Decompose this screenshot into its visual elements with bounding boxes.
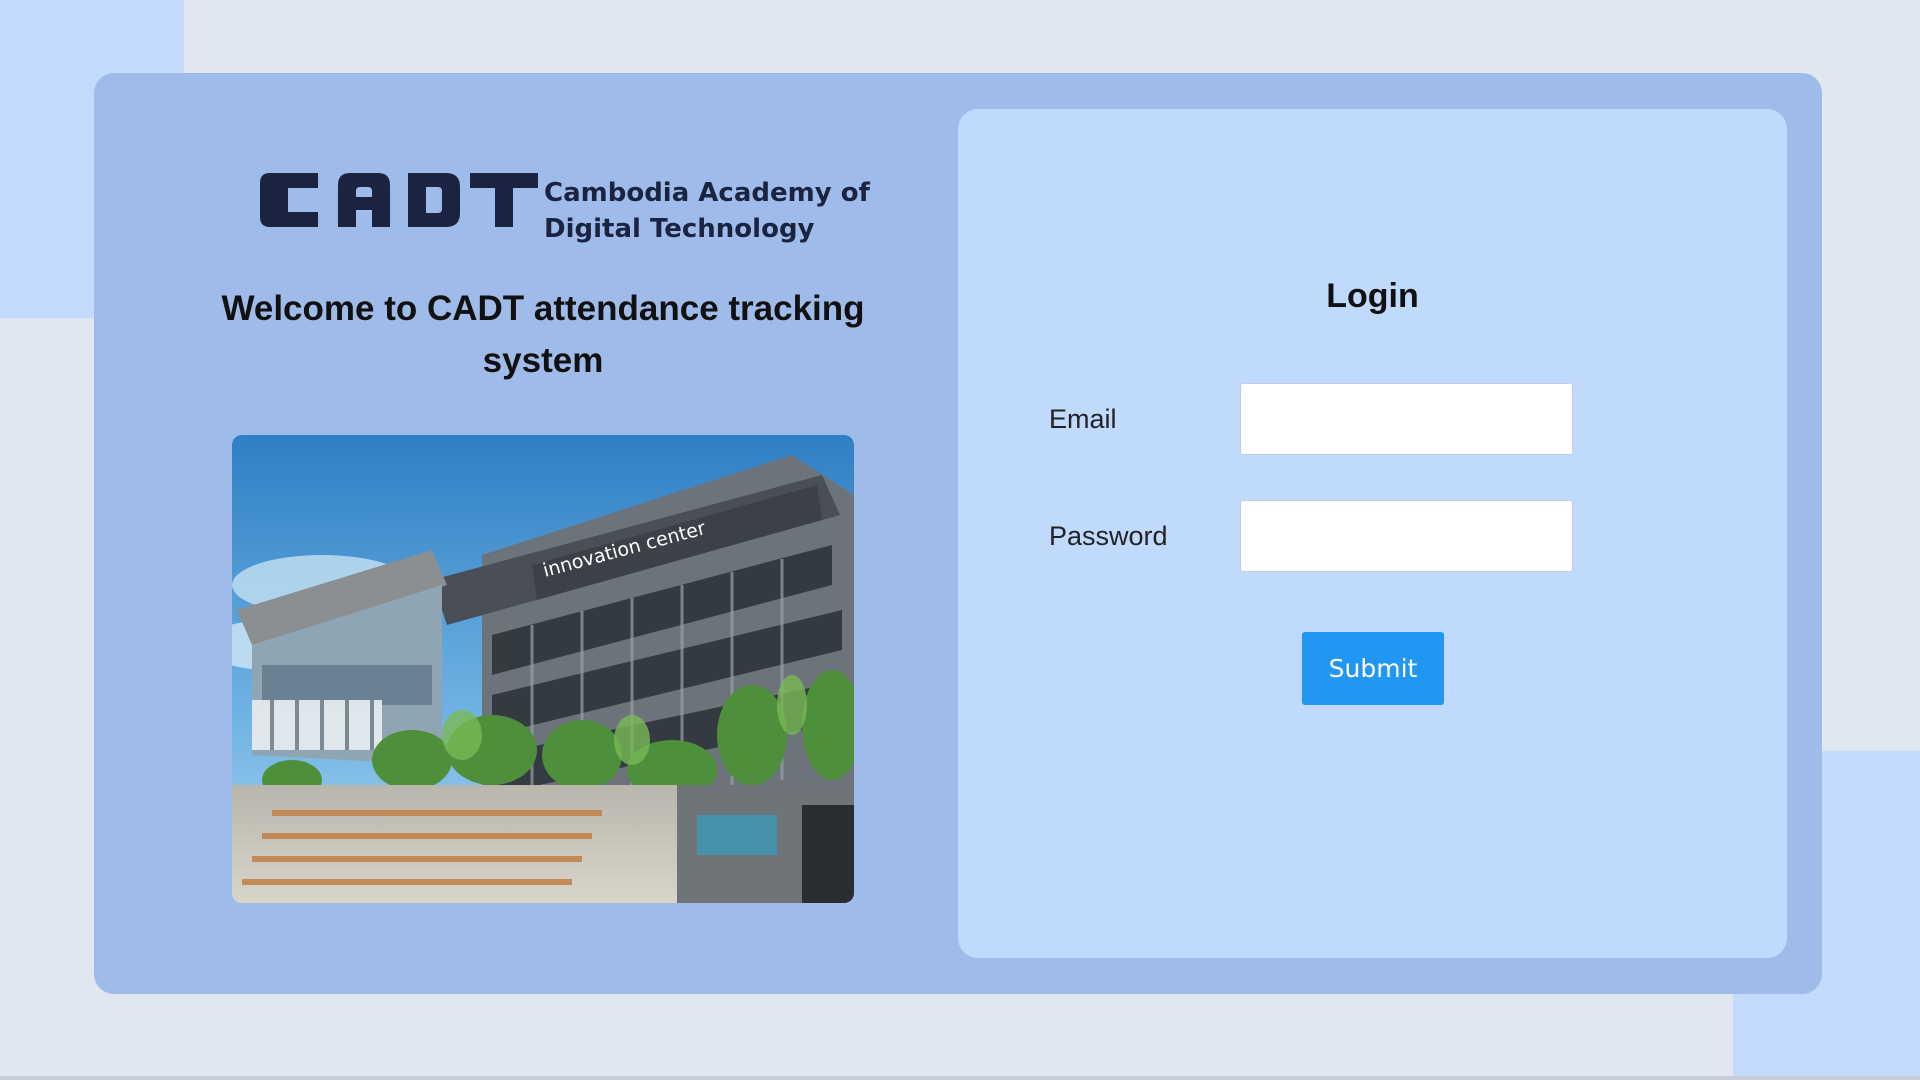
- campus-building-image: innovation center: [232, 435, 854, 903]
- cadt-logo-mark: [260, 173, 538, 227]
- welcome-line1: Welcome to CADT attendance tracking: [221, 289, 865, 328]
- login-title: Login: [1326, 277, 1419, 315]
- cadt-logo: Cambodia Academy of Digital Technology: [256, 155, 870, 245]
- email-label: Email: [1049, 404, 1117, 434]
- welcome-heading: Welcome to CADT attendance tracking syst…: [138, 283, 948, 387]
- campus-building-photo: innovation center: [232, 435, 854, 903]
- logo-text-line2: Digital Technology: [544, 214, 815, 244]
- bottom-divider: [0, 1076, 1920, 1080]
- logo-text: Cambodia Academy of Digital Technology: [544, 175, 870, 247]
- email-field[interactable]: [1240, 383, 1573, 455]
- welcome-panel: Cambodia Academy of Digital Technology W…: [138, 140, 938, 920]
- password-field[interactable]: [1240, 500, 1573, 572]
- password-label: Password: [1049, 521, 1168, 551]
- welcome-line2: system: [482, 341, 604, 380]
- submit-button[interactable]: Submit: [1302, 632, 1444, 705]
- login-card: Login Email Password Submit: [958, 109, 1787, 958]
- page: Cambodia Academy of Digital Technology W…: [0, 0, 1920, 1080]
- logo-text-line1: Cambodia Academy of: [544, 178, 870, 208]
